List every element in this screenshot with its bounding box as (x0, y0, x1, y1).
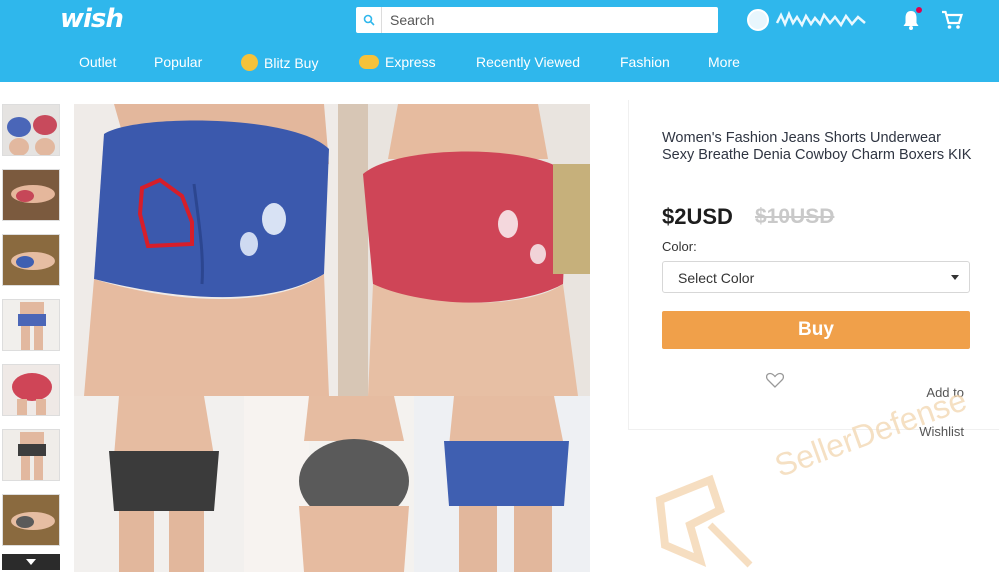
image-panel-blue-front (414, 396, 590, 572)
thumbnail[interactable] (2, 494, 60, 546)
current-price: $2USD (662, 204, 733, 229)
nav-label: Outlet (79, 54, 117, 70)
color-select[interactable]: Select Color (662, 261, 970, 293)
original-price: $10USD (755, 205, 835, 228)
nav-recently-viewed[interactable]: Recently Viewed (476, 54, 580, 70)
thumbnail[interactable] (2, 429, 60, 481)
thumbnail[interactable] (2, 299, 60, 351)
nav-blitz-buy[interactable]: Blitz Buy (241, 54, 318, 71)
image-panel-gray-back (244, 396, 414, 572)
nav-label: Blitz Buy (264, 54, 319, 71)
color-select-value: Select Color (678, 270, 755, 286)
wish-logo[interactable]: wish (60, 4, 124, 34)
thumbnail[interactable] (2, 104, 60, 156)
nav-express[interactable]: Express (359, 54, 436, 70)
nav-label: Recently Viewed (476, 54, 581, 70)
nav-label: Fashion (620, 54, 670, 70)
category-nav: Outlet Popular Blitz Buy Express Recentl… (0, 42, 999, 82)
avatar[interactable] (747, 9, 769, 31)
nav-outlet[interactable]: Outlet (79, 54, 116, 70)
thumbnail-scroll-down-button[interactable] (2, 554, 60, 570)
nav-label: More (708, 54, 740, 70)
blitz-badge-icon (241, 54, 258, 71)
nav-more[interactable]: More (708, 54, 740, 70)
caret-down-icon (951, 275, 959, 280)
watermark-logo-icon (655, 474, 753, 568)
top-header: wish (0, 0, 999, 42)
nav-label: Express (385, 54, 436, 70)
image-panel-blue (74, 104, 338, 396)
cart-icon[interactable] (941, 9, 963, 31)
nav-popular[interactable]: Popular (154, 54, 202, 70)
heart-icon[interactable] (766, 372, 784, 388)
color-label: Color: (662, 239, 697, 254)
thumbnail[interactable] (2, 234, 60, 286)
chevron-down-icon (26, 559, 36, 565)
image-panel-black-front (74, 396, 244, 572)
buy-button[interactable]: Buy (662, 311, 970, 349)
search-icon[interactable] (356, 7, 382, 33)
username-scribble[interactable] (775, 11, 867, 29)
thumbnail-list (0, 102, 62, 572)
search-bar[interactable] (356, 7, 718, 33)
thumbnail[interactable] (2, 364, 60, 416)
notification-dot (916, 7, 922, 13)
nav-label: Popular (154, 54, 203, 70)
main-product-image[interactable] (74, 104, 590, 572)
image-panel-red (338, 104, 590, 396)
product-title: Women's Fashion Jeans Shorts Underwear S… (662, 130, 972, 163)
search-input[interactable] (390, 8, 710, 32)
thumbnail[interactable] (2, 169, 60, 221)
nav-fashion[interactable]: Fashion (620, 54, 670, 70)
truck-icon (359, 55, 379, 69)
